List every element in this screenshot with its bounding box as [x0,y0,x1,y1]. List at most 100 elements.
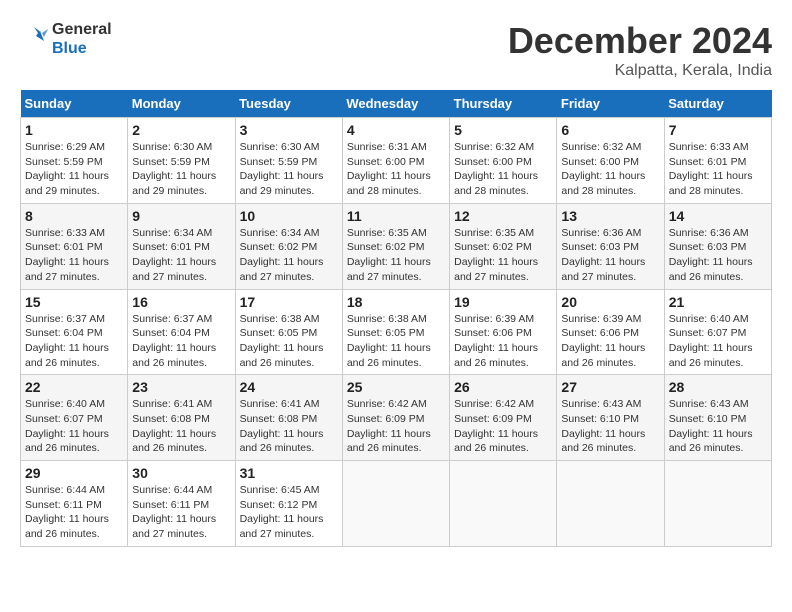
week-row-1: 1 Sunrise: 6:29 AM Sunset: 5:59 PM Daylig… [21,118,772,204]
day-number: 31 [240,465,338,481]
calendar-cell: 8 Sunrise: 6:33 AM Sunset: 6:01 PM Daylig… [21,203,128,289]
day-info: Sunrise: 6:33 AM Sunset: 6:01 PM Dayligh… [669,140,767,199]
calendar-cell: 4 Sunrise: 6:31 AM Sunset: 6:00 PM Daylig… [342,118,449,204]
logo: General Blue [20,20,112,58]
header-thursday: Thursday [450,90,557,118]
calendar-cell: 18 Sunrise: 6:38 AM Sunset: 6:05 PM Dayli… [342,289,449,375]
header-monday: Monday [128,90,235,118]
day-info: Sunrise: 6:30 AM Sunset: 5:59 PM Dayligh… [132,140,230,199]
header-friday: Friday [557,90,664,118]
header-tuesday: Tuesday [235,90,342,118]
day-info: Sunrise: 6:44 AM Sunset: 6:11 PM Dayligh… [25,483,123,542]
day-info: Sunrise: 6:31 AM Sunset: 6:00 PM Dayligh… [347,140,445,199]
day-info: Sunrise: 6:42 AM Sunset: 6:09 PM Dayligh… [347,397,445,456]
day-number: 18 [347,294,445,310]
calendar-cell: 2 Sunrise: 6:30 AM Sunset: 5:59 PM Daylig… [128,118,235,204]
calendar-cell: 23 Sunrise: 6:41 AM Sunset: 6:08 PM Dayli… [128,375,235,461]
day-number: 7 [669,122,767,138]
day-info: Sunrise: 6:36 AM Sunset: 6:03 PM Dayligh… [669,226,767,285]
calendar-cell: 26Sunrise: 6:42 AM Sunset: 6:09 PM Dayli… [450,375,557,461]
day-number: 4 [347,122,445,138]
week-row-5: 29 Sunrise: 6:44 AM Sunset: 6:11 PM Dayli… [21,461,772,547]
calendar-cell [664,461,771,547]
day-info: Sunrise: 6:41 AM Sunset: 6:08 PM Dayligh… [132,397,230,456]
calendar-cell [450,461,557,547]
day-number: 28 [669,379,767,395]
calendar-cell: 28 Sunrise: 6:43 AM Sunset: 6:10 PM Dayli… [664,375,771,461]
calendar-cell: 3 Sunrise: 6:30 AM Sunset: 5:59 PM Daylig… [235,118,342,204]
day-info: Sunrise: 6:38 AM Sunset: 6:05 PM Dayligh… [240,312,338,371]
day-number: 10 [240,208,338,224]
calendar-cell: 22Sunrise: 6:40 AM Sunset: 6:07 PM Dayli… [21,375,128,461]
calendar-cell: 16 Sunrise: 6:37 AM Sunset: 6:04 PM Dayli… [128,289,235,375]
calendar-cell: 27 Sunrise: 6:43 AM Sunset: 6:10 PM Dayli… [557,375,664,461]
day-number: 24 [240,379,338,395]
calendar-cell: 5Sunrise: 6:32 AM Sunset: 6:00 PM Daylig… [450,118,557,204]
day-info: Sunrise: 6:37 AM Sunset: 6:04 PM Dayligh… [132,312,230,371]
calendar-cell: 10 Sunrise: 6:34 AM Sunset: 6:02 PM Dayli… [235,203,342,289]
day-number: 12 [454,208,552,224]
calendar-cell: 17 Sunrise: 6:38 AM Sunset: 6:05 PM Dayli… [235,289,342,375]
day-number: 29 [25,465,123,481]
calendar-cell: 12 Sunrise: 6:35 AM Sunset: 6:02 PM Dayli… [450,203,557,289]
day-info: Sunrise: 6:34 AM Sunset: 6:02 PM Dayligh… [240,226,338,285]
day-info: Sunrise: 6:44 AM Sunset: 6:11 PM Dayligh… [132,483,230,542]
logo-line2: Blue [52,39,112,58]
day-info: Sunrise: 6:34 AM Sunset: 6:01 PM Dayligh… [132,226,230,285]
day-number: 8 [25,208,123,224]
calendar-cell: 29 Sunrise: 6:44 AM Sunset: 6:11 PM Dayli… [21,461,128,547]
day-number: 6 [561,122,659,138]
calendar-cell: 21 Sunrise: 6:40 AM Sunset: 6:07 PM Dayli… [664,289,771,375]
day-info: Sunrise: 6:30 AM Sunset: 5:59 PM Dayligh… [240,140,338,199]
day-number: 26 [454,379,552,395]
day-number: 3 [240,122,338,138]
day-info: Sunrise: 6:39 AM Sunset: 6:06 PM Dayligh… [454,312,552,371]
day-info: Sunrise: 6:40 AM Sunset: 6:07 PM Dayligh… [25,397,123,456]
day-info: Sunrise: 6:43 AM Sunset: 6:10 PM Dayligh… [669,397,767,456]
month-title: December 2024 [508,20,772,62]
week-row-2: 8 Sunrise: 6:33 AM Sunset: 6:01 PM Daylig… [21,203,772,289]
calendar-cell: 13Sunrise: 6:36 AM Sunset: 6:03 PM Dayli… [557,203,664,289]
header-saturday: Saturday [664,90,771,118]
day-info: Sunrise: 6:40 AM Sunset: 6:07 PM Dayligh… [669,312,767,371]
day-number: 21 [669,294,767,310]
day-info: Sunrise: 6:41 AM Sunset: 6:08 PM Dayligh… [240,397,338,456]
header-wednesday: Wednesday [342,90,449,118]
calendar-cell [557,461,664,547]
calendar-cell [342,461,449,547]
day-number: 27 [561,379,659,395]
header-sunday: Sunday [21,90,128,118]
calendar-cell: 31 Sunrise: 6:45 AM Sunset: 6:12 PM Dayli… [235,461,342,547]
day-info: Sunrise: 6:35 AM Sunset: 6:02 PM Dayligh… [347,226,445,285]
day-info: Sunrise: 6:45 AM Sunset: 6:12 PM Dayligh… [240,483,338,542]
day-info: Sunrise: 6:35 AM Sunset: 6:02 PM Dayligh… [454,226,552,285]
day-number: 15 [25,294,123,310]
page-header: General Blue December 2024 Kalpatta, Ker… [20,20,772,80]
calendar-cell: 20Sunrise: 6:39 AM Sunset: 6:06 PM Dayli… [557,289,664,375]
calendar-cell: 24 Sunrise: 6:41 AM Sunset: 6:08 PM Dayli… [235,375,342,461]
day-info: Sunrise: 6:33 AM Sunset: 6:01 PM Dayligh… [25,226,123,285]
calendar-cell: 6 Sunrise: 6:32 AM Sunset: 6:00 PM Daylig… [557,118,664,204]
calendar-cell: 9Sunrise: 6:34 AM Sunset: 6:01 PM Daylig… [128,203,235,289]
day-info: Sunrise: 6:29 AM Sunset: 5:59 PM Dayligh… [25,140,123,199]
day-number: 16 [132,294,230,310]
day-number: 1 [25,122,123,138]
day-info: Sunrise: 6:38 AM Sunset: 6:05 PM Dayligh… [347,312,445,371]
day-number: 30 [132,465,230,481]
day-info: Sunrise: 6:43 AM Sunset: 6:10 PM Dayligh… [561,397,659,456]
day-number: 19 [454,294,552,310]
day-info: Sunrise: 6:39 AM Sunset: 6:06 PM Dayligh… [561,312,659,371]
calendar-cell: 19 Sunrise: 6:39 AM Sunset: 6:06 PM Dayli… [450,289,557,375]
day-number: 23 [132,379,230,395]
day-info: Sunrise: 6:32 AM Sunset: 6:00 PM Dayligh… [561,140,659,199]
day-number: 2 [132,122,230,138]
calendar-cell: 11Sunrise: 6:35 AM Sunset: 6:02 PM Dayli… [342,203,449,289]
day-info: Sunrise: 6:32 AM Sunset: 6:00 PM Dayligh… [454,140,552,199]
title-section: December 2024 Kalpatta, Kerala, India [508,20,772,80]
calendar-cell: 7 Sunrise: 6:33 AM Sunset: 6:01 PM Daylig… [664,118,771,204]
day-number: 17 [240,294,338,310]
day-info: Sunrise: 6:37 AM Sunset: 6:04 PM Dayligh… [25,312,123,371]
calendar-cell: 1 Sunrise: 6:29 AM Sunset: 5:59 PM Daylig… [21,118,128,204]
day-number: 14 [669,208,767,224]
week-row-3: 15 Sunrise: 6:37 AM Sunset: 6:04 PM Dayli… [21,289,772,375]
